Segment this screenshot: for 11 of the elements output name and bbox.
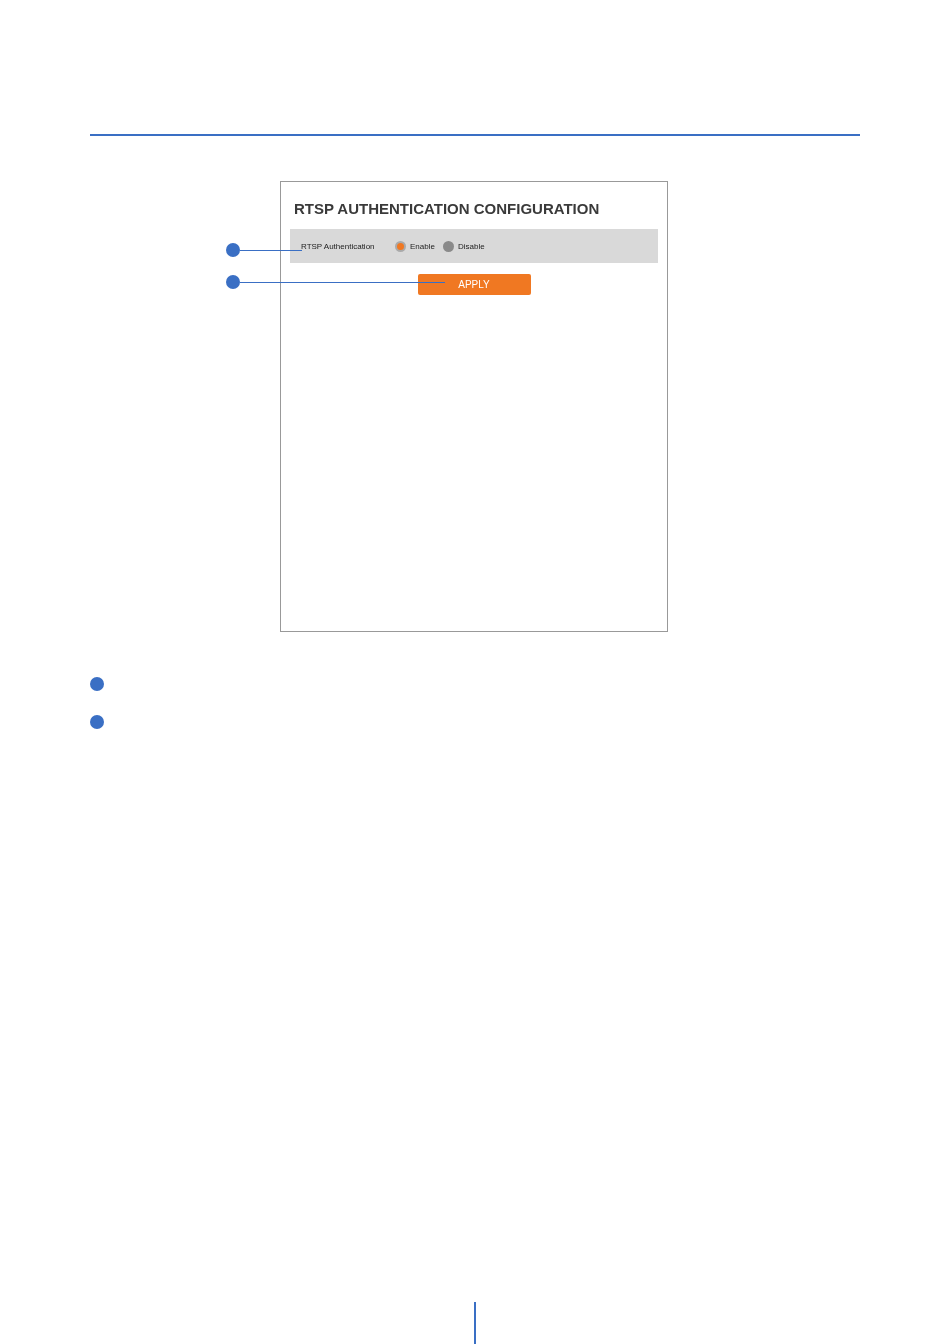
callout-marker <box>90 677 104 691</box>
radio-button[interactable] <box>442 240 454 252</box>
callout-marker <box>226 275 240 289</box>
setting-label: RTSP Authentication <box>301 241 376 251</box>
radio-button[interactable] <box>395 240 406 252</box>
callout-marker <box>226 243 240 257</box>
radio-label[interactable]: Enable <box>410 241 435 251</box>
radio-label[interactable]: Disable <box>457 241 485 251</box>
leader-line <box>240 250 302 251</box>
callout-marker <box>90 715 104 729</box>
panel-title: RTSP AUTHENTICATION CONFIGURATION <box>293 199 601 219</box>
